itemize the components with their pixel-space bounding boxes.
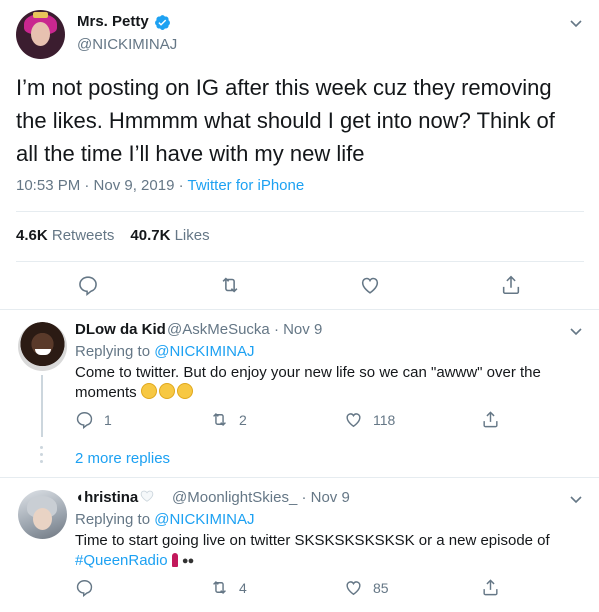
like-count: 85 bbox=[373, 579, 389, 596]
retweet-icon bbox=[222, 277, 238, 293]
reply-text: Time to start going live on twitter SKSK… bbox=[75, 532, 550, 569]
microphone-emoji bbox=[171, 553, 178, 567]
tweet-text: I’m not posting on IG after this week cu… bbox=[16, 75, 555, 166]
reply-date[interactable]: · Nov 9 bbox=[301, 489, 349, 506]
divider bbox=[16, 261, 584, 262]
share-icon bbox=[483, 579, 498, 596]
reply-display-name[interactable]: ◖hristina bbox=[75, 489, 154, 506]
retweet-button[interactable]: 4 bbox=[210, 578, 247, 597]
author-handle[interactable]: @NICKIMINAJ bbox=[77, 36, 177, 53]
verified-badge-icon bbox=[155, 15, 170, 30]
like-button[interactable]: 85 bbox=[344, 578, 389, 597]
thread-line bbox=[41, 375, 43, 437]
like-icon bbox=[346, 581, 361, 596]
more-replies-link[interactable]: 2 more replies bbox=[75, 450, 170, 467]
tweet-meta: 10:53 PM · Nov 9, 2019 · Twitter for iPh… bbox=[16, 177, 304, 194]
replying-to: Replying to @NICKIMINAJ bbox=[75, 511, 255, 528]
divider bbox=[16, 211, 584, 212]
main-tweet: Mrs. Petty @NICKIMINAJ I’m not posting o… bbox=[0, 0, 599, 310]
hashtag-link[interactable]: #QueenRadio bbox=[75, 552, 168, 569]
retweet-button[interactable]: 2 bbox=[210, 410, 247, 429]
eyes-emoji: ●● bbox=[181, 555, 194, 567]
author-display-name[interactable]: Mrs. Petty bbox=[77, 13, 149, 30]
reply-button[interactable] bbox=[77, 274, 99, 296]
reply-handle[interactable]: @MoonlightSkies_ · Nov 9 bbox=[172, 489, 350, 506]
reply-button[interactable]: 1 bbox=[75, 410, 112, 429]
reply-text: Come to twitter. But do enjoy your new l… bbox=[75, 364, 541, 401]
tweet-source-link[interactable]: Twitter for iPhone bbox=[187, 177, 304, 194]
replying-to: Replying to @NICKIMINAJ bbox=[75, 343, 255, 360]
white-heart-icon bbox=[140, 490, 154, 502]
author-avatar[interactable] bbox=[16, 10, 65, 59]
mention-link[interactable]: @NICKIMINAJ bbox=[154, 511, 254, 528]
like-count: 118 bbox=[373, 411, 396, 428]
reply-count: 1 bbox=[104, 411, 112, 428]
tweet-timestamp[interactable]: 10:53 PM · Nov 9, 2019 · bbox=[16, 177, 187, 194]
reply-button[interactable] bbox=[75, 578, 104, 597]
likes-stat[interactable]: 40.7K Likes bbox=[130, 227, 209, 244]
retweet-count: 4 bbox=[239, 579, 247, 596]
reply-avatar[interactable] bbox=[18, 490, 67, 539]
retweet-icon bbox=[213, 580, 226, 595]
reply-icon bbox=[76, 412, 93, 429]
mention-link[interactable]: @NICKIMINAJ bbox=[154, 343, 254, 360]
reply-tweet[interactable]: ◖hristina @MoonlightSkies_ · Nov 9 Reply… bbox=[0, 479, 599, 612]
tweet-stats: 4.6K Retweets 40.7K Likes bbox=[16, 227, 210, 244]
like-icon bbox=[346, 413, 361, 428]
moon-glyph: ◖ bbox=[75, 489, 85, 506]
reply-icon bbox=[79, 276, 97, 296]
share-button[interactable] bbox=[481, 578, 510, 597]
share-icon bbox=[483, 411, 498, 428]
chevron-down-icon[interactable] bbox=[568, 491, 584, 507]
share-button[interactable] bbox=[500, 274, 522, 296]
share-button[interactable] bbox=[481, 410, 510, 429]
share-icon bbox=[502, 275, 520, 295]
weary-face-emoji bbox=[140, 383, 157, 399]
chevron-down-icon[interactable] bbox=[568, 15, 584, 31]
grinning-face-emoji bbox=[176, 383, 193, 399]
like-icon bbox=[361, 277, 379, 294]
retweet-icon bbox=[213, 412, 226, 427]
reply-tweet[interactable]: DLow da Kid @AskMeSucka · Nov 9 Replying… bbox=[0, 311, 599, 478]
chevron-down-icon[interactable] bbox=[568, 323, 584, 339]
weary-face-emoji bbox=[158, 383, 175, 399]
reply-handle[interactable]: @AskMeSucka · Nov 9 bbox=[167, 321, 322, 338]
retweet-count: 2 bbox=[239, 411, 247, 428]
retweets-stat[interactable]: 4.6K Retweets bbox=[16, 227, 114, 244]
reply-icon bbox=[76, 580, 93, 597]
like-button[interactable] bbox=[359, 274, 381, 296]
reply-date[interactable]: · Nov 9 bbox=[274, 321, 322, 338]
like-button[interactable]: 118 bbox=[344, 410, 395, 429]
reply-display-name[interactable]: DLow da Kid bbox=[75, 321, 166, 338]
more-replies-dots bbox=[40, 446, 44, 467]
retweet-button[interactable] bbox=[219, 274, 241, 296]
reply-avatar[interactable] bbox=[18, 322, 67, 371]
